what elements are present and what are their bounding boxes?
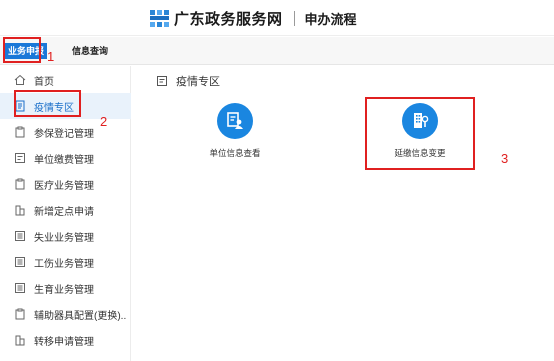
document-icon (157, 76, 167, 86)
header-divider (293, 10, 295, 26)
annotation-box-2 (14, 90, 81, 117)
sidebar-item-label: 参保登记管理 (34, 128, 94, 140)
annotation-number-1: 1 (47, 49, 55, 64)
sidebar-item-unemployment-business[interactable]: 失业业务管理 (0, 223, 131, 249)
sidebar-item-label: 辅助器具配置(更换).. (34, 310, 127, 322)
sidebar-item-insurance-registration[interactable]: 参保登记管理 (0, 119, 131, 145)
brand[interactable]: 广东政务服务网 申办流程 (150, 5, 357, 31)
site-logo-icon (150, 9, 169, 27)
person-doc-icon (217, 103, 253, 139)
list-icon (14, 256, 26, 268)
site-header: 广东政务服务网 申办流程 (0, 0, 554, 36)
sidebar-item-label: 医疗业务管理 (34, 180, 94, 192)
site-name: 广东政务服务网 (174, 10, 283, 28)
sidebar-item-label: 单位缴费管理 (34, 154, 94, 166)
list-icon (14, 282, 26, 294)
service-label: 单位信息查看 (209, 148, 261, 158)
form-icon (14, 152, 26, 164)
section-title-label: 疫情专区 (176, 76, 220, 88)
sidebar-item-label: 工伤业务管理 (34, 258, 94, 270)
clipboard-icon (14, 126, 26, 138)
service-unit-info-view[interactable]: 单位信息查看 (180, 103, 290, 159)
sidebar-item-unit-payment[interactable]: 单位缴费管理 (0, 145, 131, 171)
sidebar-item-label: 失业业务管理 (34, 232, 94, 244)
building-icon (14, 334, 26, 346)
sidebar-item-new-designated-application[interactable]: 新增定点申请 (0, 197, 131, 223)
sidebar-item-maternity-business[interactable]: 生育业务管理 (0, 275, 131, 301)
sidebar-item-work-injury-business[interactable]: 工伤业务管理 (0, 249, 131, 275)
building-icon (14, 204, 26, 216)
top-tab-bar: 业务申报 信息查询 (0, 37, 554, 65)
tab-info-query[interactable]: 信息查询 (72, 44, 108, 58)
list-icon (14, 230, 26, 242)
home-icon (14, 74, 26, 86)
clipboard-icon (14, 178, 26, 190)
sidebar-item-label: 生育业务管理 (34, 284, 94, 296)
annotation-number-2: 2 (100, 114, 108, 129)
annotation-number-3: 3 (501, 151, 509, 166)
annotation-box-1 (3, 37, 41, 63)
sidebar-item-label: 新增定点申请 (34, 206, 94, 218)
clipboard-icon (14, 308, 26, 320)
sidebar-item-label: 转移申请管理 (34, 336, 94, 348)
sidebar-item-transfer-application[interactable]: 转移申请管理 (0, 327, 131, 353)
sidebar-item-assistive-device[interactable]: 辅助器具配置(更换).. (0, 301, 131, 327)
page-subtitle: 申办流程 (304, 11, 357, 27)
annotation-box-3 (365, 97, 475, 170)
sidebar-item-medical-business[interactable]: 医疗业务管理 (0, 171, 131, 197)
section-title: 疫情专区 (156, 73, 220, 89)
sidebar-item-label: 首页 (34, 76, 54, 88)
